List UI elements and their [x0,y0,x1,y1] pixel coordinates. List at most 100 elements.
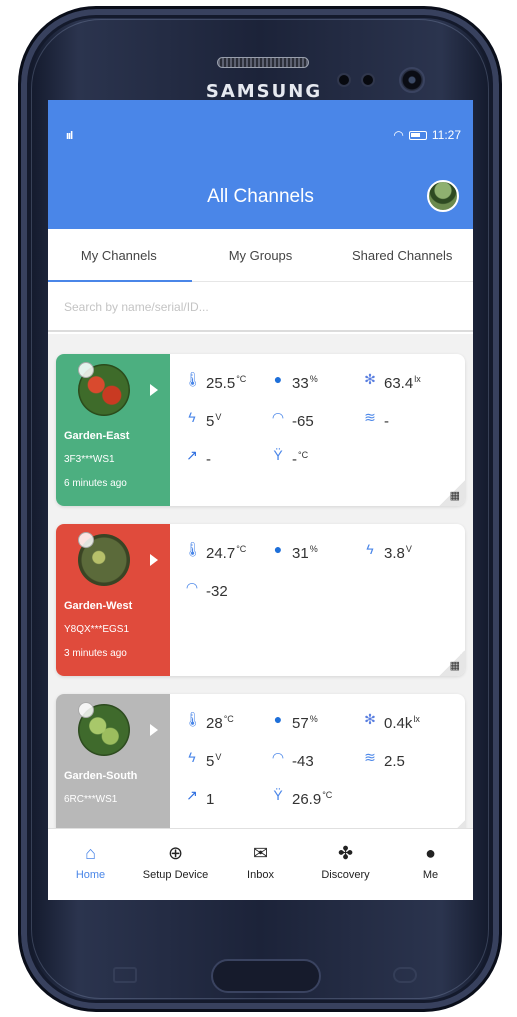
nav-home[interactable]: ⌂ Home [48,829,133,900]
reading-humidity: ● 33% [270,370,362,408]
home-hardware-button[interactable] [211,959,321,993]
channel-summary[interactable]: Garden-West Y8QX***EGS1 3 minutes ago [56,524,170,676]
status-bar: ııl ◠ 11:27 [48,100,473,156]
reading-signal: ◠ -43 [271,749,314,770]
reading-signal: ◠ -65 [271,409,314,430]
reading-humidity: ● 57% [270,710,362,748]
reading-voltage: ϟ 5V [184,748,270,786]
snowflake-icon: ✻ [364,711,376,727]
channel-serial: 3F3***WS1 [64,454,115,465]
nav-inbox[interactable]: ✉ Inbox [218,829,303,900]
reading-light: ✻ 0.4klx [362,710,432,748]
chevron-right-icon[interactable] [150,724,158,736]
reading-wind: ≋ 2.5 [362,748,432,786]
channel-card-garden-south[interactable]: Garden-South 6RC***WS1 🌡︎ 28°C ● 57% ✻ 0.4k… [56,694,465,846]
thermometer-icon: 🌡︎ [184,541,202,557]
proximity-sensor [337,73,351,87]
tree-icon: Ÿ [273,787,283,803]
channel-summary[interactable]: Garden-South 6RC***WS1 [56,694,170,846]
clock: 11:27 [431,128,461,142]
reading-tree: Ÿ -°C [270,446,362,484]
humidity-drop-icon: ● [273,541,283,557]
snowflake-icon: ✻ [364,371,376,387]
readings-grid: 🌡︎ 24.7°C ● 31% ϟ 3.8V ◠ -32 [170,524,465,676]
person-icon: ● [425,843,436,863]
axe-icon: ↗ [186,447,198,463]
channel-name: Garden-East [64,430,130,442]
reading-axe: ↗ 1 [184,786,270,824]
tab-my-channels[interactable]: My Channels [48,229,190,281]
channel-updated: 6 minutes ago [64,478,127,489]
active-tab-indicator [48,280,192,282]
home-icon: ⌂ [85,843,96,863]
reading-signal: ◠ -32 [185,579,228,600]
channel-serial: 6RC***WS1 [64,794,118,805]
app-header: All Channels [48,156,473,229]
thermometer-icon: 🌡︎ [184,711,202,727]
reading-voltage: ϟ 5V [184,408,270,446]
search-input[interactable]: Search by name/serial/ID... [48,282,473,332]
wifi-icon: ◠ [271,749,285,765]
dashboard-grid-icon[interactable]: ▦ [450,659,460,672]
chevron-right-icon[interactable] [150,384,158,396]
reading-temperature: 🌡︎ 28°C [184,711,234,732]
wifi-badge-icon [78,702,94,718]
wifi-icon: ◠ [271,409,285,425]
channel-summary[interactable]: Garden-East 3F3***WS1 6 minutes ago [56,354,170,506]
readings-grid: 🌡︎ 25.5°C ● 33% ✻ 63.4lx ϟ 5V ◠ -65 ≋ - ↗ - Ÿ -°… [170,354,465,506]
reading-light: ✻ 63.4lx [362,370,432,408]
axe-icon: ↗ [186,787,198,803]
readings-grid: 🌡︎ 28°C ● 57% ✻ 0.4klx ϟ 5V ◠ -43 ≋ 2.5 ↗ 1 Ÿ 26… [170,694,465,846]
menu-softkey[interactable] [113,967,137,983]
avatar[interactable] [427,180,459,212]
voltage-bolt-icon: ϟ [188,409,196,425]
tab-my-groups[interactable]: My Groups [190,229,332,281]
wifi-icon: ◠ [185,579,199,595]
channel-tabs: My Channels My Groups Shared Channels [48,229,473,282]
device-brand: SAMSUNG [205,81,323,102]
page-title: All Channels [207,186,314,207]
light-sensor [361,73,375,87]
wifi-badge-icon [78,532,94,548]
voltage-bolt-icon: ϟ [366,541,374,557]
earpiece-grille [217,57,309,68]
voltage-bolt-icon: ϟ [188,749,196,765]
channel-card-garden-west[interactable]: Garden-West Y8QX***EGS1 3 minutes ago 🌡︎… [56,524,465,676]
channel-serial: Y8QX***EGS1 [64,624,130,635]
app-screen: ııl ◠ 11:27 All Channels My Channels My … [48,100,473,900]
nav-setup-device[interactable]: ⊕ Setup Device [133,829,218,900]
plus-circle-icon: ⊕ [167,843,184,863]
channel-updated: 3 minutes ago [64,648,127,659]
wind-icon: ≋ [364,749,376,765]
wifi-badge-icon [78,362,94,378]
reading-temperature: 🌡︎ 25.5°C [184,371,247,392]
reading-temperature: 🌡︎ 24.7°C [184,541,247,562]
envelope-icon: ✉ [252,843,269,863]
humidity-drop-icon: ● [273,371,283,387]
front-camera [399,67,425,93]
reading-axe: ↗ - [184,446,270,484]
reading-wind: ≋ - [362,408,432,446]
tab-shared-channels[interactable]: Shared Channels [331,229,473,281]
battery-icon [408,130,427,140]
thermometer-icon: 🌡︎ [184,371,202,387]
channel-name: Garden-South [64,770,138,782]
back-softkey[interactable] [393,967,417,983]
channel-card-garden-east[interactable]: Garden-East 3F3***WS1 6 minutes ago 🌡︎ 25… [56,354,465,506]
signal-icon: ııl [66,130,73,142]
wind-icon: ≋ [364,409,376,425]
bottom-nav: ⌂ Home ⊕ Setup Device ✉ Inbox ✤ Discovery ● M… [48,828,473,900]
reading-tree: Ÿ 26.9°C [270,786,362,824]
reading-voltage: ϟ 3.8V [362,540,432,578]
nav-me[interactable]: ● Me [388,829,473,900]
humidity-drop-icon: ● [273,711,283,727]
chevron-right-icon[interactable] [150,554,158,566]
nav-discovery[interactable]: ✤ Discovery [303,829,388,900]
tree-icon: Ÿ [273,447,283,463]
channel-name: Garden-West [64,600,133,612]
wifi-status-icon: ◠ [393,128,404,142]
fan-icon: ✤ [337,843,354,863]
channel-list[interactable]: Garden-East 3F3***WS1 6 minutes ago 🌡︎ 25… [48,334,473,846]
reading-humidity: ● 31% [270,540,362,578]
dashboard-grid-icon[interactable]: ▦ [450,489,460,502]
